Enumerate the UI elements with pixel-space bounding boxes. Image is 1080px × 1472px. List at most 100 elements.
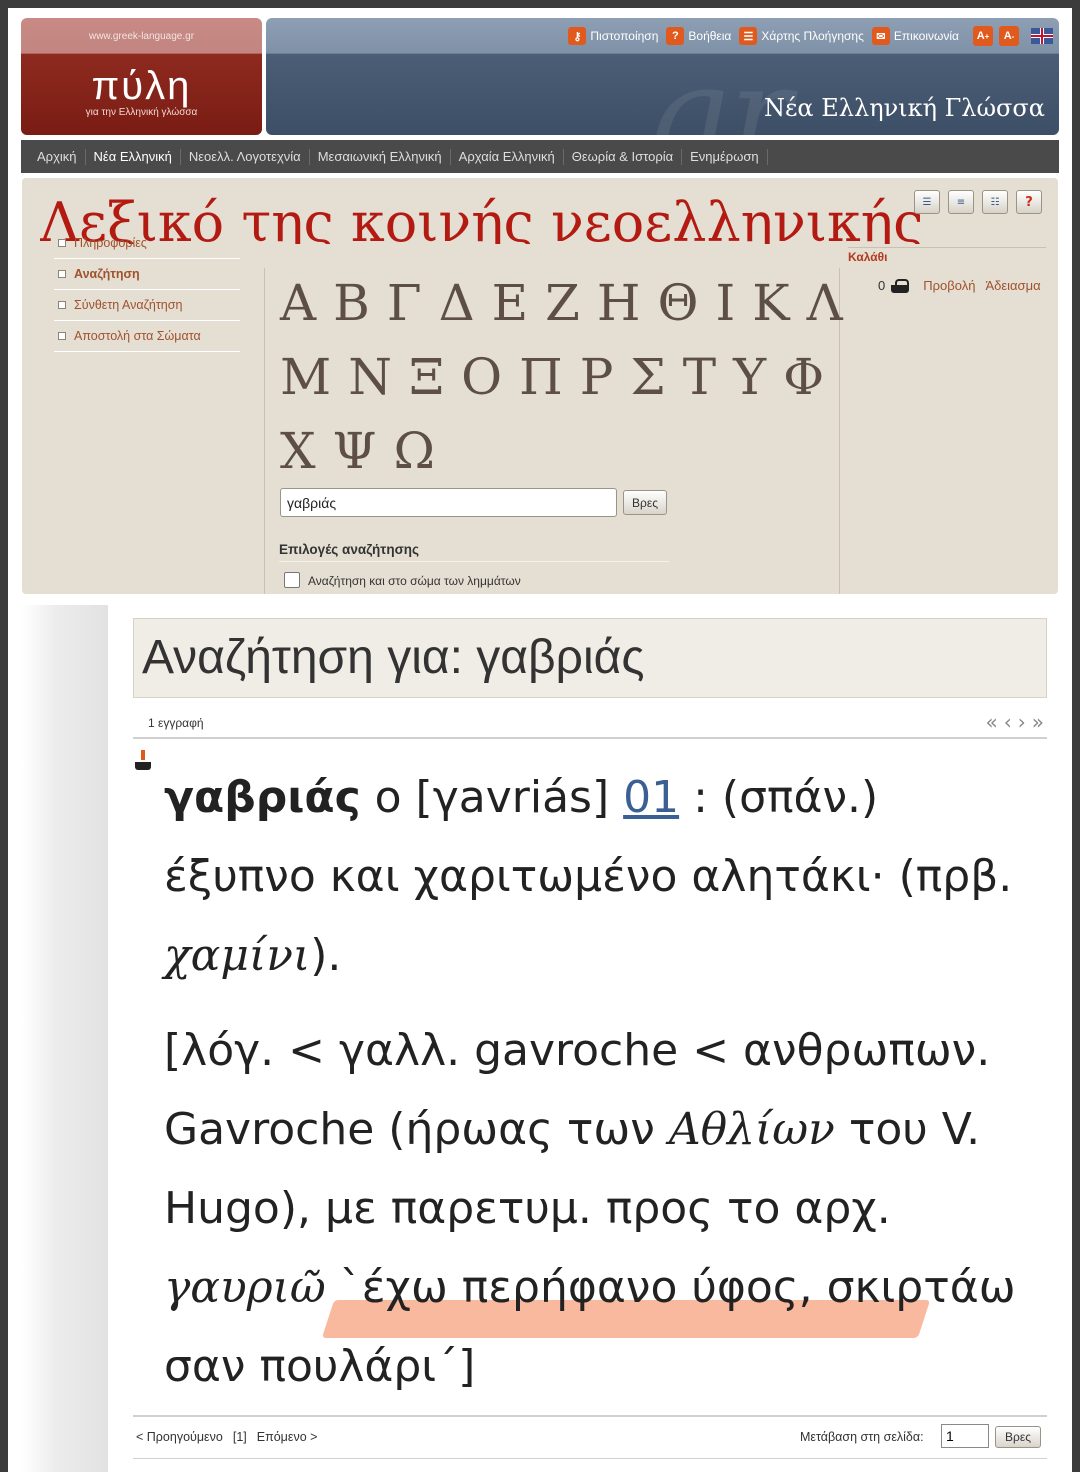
dictionary-panel: Λεξικό της κοινής νεοελληνικής ☰ ≡ ☷ ? Π… [22,178,1058,594]
left-gutter [22,605,108,1472]
entry-definition-end: ). [310,930,342,981]
entry-definition: γαβριάς ο [γavriás] 01 : (σπάν.) έξυπνο … [164,758,1024,995]
basket-row: 0 Προβολή Άδειασμα [878,278,1051,293]
nav-item-ancient-greek[interactable]: Αρχαία Ελληνική [451,148,564,165]
logo-subtitle: για την Ελληνική γλώσσα [85,107,198,118]
letter-link[interactable]: Ω [393,422,434,480]
letter-link[interactable]: Ε [492,274,529,332]
search-button[interactable]: Βρες [623,490,667,515]
next-page-link[interactable]: Επόμενο > [257,1430,318,1444]
menu-item-search[interactable]: Αναζήτηση [54,259,240,290]
entry-article: ο [γavriás] [360,772,624,823]
contact-link[interactable]: ✉ Επικοινωνία [871,27,959,45]
font-decrease-button[interactable]: A- [999,26,1019,46]
search-input[interactable] [280,488,617,517]
english-flag-icon[interactable] [1031,28,1053,44]
entry-crossref: χαμίνι [164,930,311,981]
nav-item-theory-history[interactable]: Θεωρία & Ιστορία [564,148,683,165]
contact-label: Επικοινωνία [893,29,959,43]
menu-item-label: Πληροφορίες [74,236,147,250]
letter-link[interactable]: Ζ [545,274,580,332]
entry-ref-link[interactable]: 01 [623,772,679,823]
basket-count: 0 [878,278,886,293]
dictionary-menu: Πληροφορίες Αναζήτηση Σύνθετη Αναζήτηση … [54,228,240,352]
letter-link[interactable]: Τ [683,348,716,406]
help-link[interactable]: ? Βοήθεια [666,27,731,45]
goto-page-button[interactable]: Βρες [995,1426,1041,1448]
font-increase-button[interactable]: A + [973,26,993,46]
key-icon: ⚷ [568,27,587,45]
view-icons: ☰ ≡ ☷ ? [906,190,1042,214]
letter-link[interactable]: Ξ [409,348,444,406]
page: www.greek-language.gr πύλη για την Ελλην… [8,8,1072,1472]
letter-link[interactable]: Η [597,274,641,332]
menu-item-advanced-search[interactable]: Σύνθετη Αναζήτηση [54,290,240,321]
letter-link[interactable]: Ψ [333,422,377,480]
letter-link[interactable]: Κ [752,274,789,332]
search-body-label[interactable]: Αναζήτηση και στο σώμα των λημμάτων [308,574,521,588]
nav-item-news[interactable]: Ενημέρωση [682,148,768,165]
search-body-checkbox[interactable] [284,572,300,588]
pager-top: « ‹ › » [980,710,1045,734]
first-page-icon[interactable]: « [986,710,998,734]
sitemap-label: Χάρτης Πλοήγησης [761,29,864,43]
next-page-icon[interactable]: › [1018,710,1026,734]
basket-empty-link[interactable]: Άδειασμα [985,278,1040,293]
font-decrease-label: A [1003,30,1012,42]
last-page-icon[interactable]: » [1032,710,1044,734]
alphabet-row: Μ Ν Ξ Ο Π Ρ Σ Τ Υ Φ [280,340,824,414]
sitemap-link[interactable]: ☰ Χάρτης Πλοήγησης [739,27,864,45]
nav-item-modern-greek[interactable]: Νέα Ελληνική [86,148,181,165]
bullet-icon [58,301,66,309]
letter-link[interactable]: Σ [630,348,665,406]
letter-link[interactable]: Α [280,274,316,332]
detail-view-icon[interactable]: ≡ [948,190,974,214]
letter-link[interactable]: Θ [658,274,699,332]
letter-link[interactable]: Ο [461,348,502,406]
letter-link[interactable]: Δ [439,274,475,332]
entry-lemma: γαβριάς [164,772,361,823]
etymology-italic-1: Αθλίων [668,1104,835,1155]
nav-item-literature[interactable]: Νεοελλ. Λογοτεχνία [181,148,310,165]
list-view-icon[interactable]: ☰ [914,190,940,214]
letter-link[interactable]: Φ [783,348,824,406]
letter-link[interactable]: Ρ [580,348,614,406]
prev-page-link[interactable]: < Προηγούμενο [136,1430,223,1444]
alphabet-index: Α Β Γ Δ Ε Ζ Η Θ Ι Κ Λ Μ Ν Ξ Ο Π Ρ Σ Τ Υ … [280,266,843,488]
prev-page-icon[interactable]: ‹ [1004,710,1012,734]
letter-link[interactable]: Ι [716,274,736,332]
search-options-title: Επιλογές αναζήτησης [279,542,669,562]
letter-link[interactable]: Π [519,348,563,406]
current-page: [1] [232,1430,247,1444]
letter-link[interactable]: Λ [807,274,843,332]
menu-item-info[interactable]: Πληροφορίες [54,228,240,259]
compact-view-icon[interactable]: ☷ [982,190,1008,214]
banner-title: Νέα Ελληνική Γλώσσα [763,94,1045,122]
letter-link[interactable]: Ν [348,348,392,406]
menu-item-label: Αποστολή στα Σώματα [74,329,201,343]
site-logo[interactable]: www.greek-language.gr πύλη για την Ελλην… [21,18,262,135]
results-header: Αναζήτηση για: γαβριάς [133,618,1047,698]
goto-page-input[interactable] [941,1424,989,1448]
nav-item-medieval-greek[interactable]: Μεσαιωνική Ελληνική [310,148,451,165]
help-icon[interactable]: ? [1016,190,1042,214]
bullet-icon [58,239,66,247]
add-to-basket-icon[interactable] [135,750,151,772]
bullet-icon [58,332,66,340]
menu-item-label: Σύνθετη Αναζήτηση [74,298,183,312]
divider [264,268,265,594]
letter-link[interactable]: Γ [387,274,422,332]
nav-item-home[interactable]: Αρχική [29,148,86,165]
certification-link[interactable]: ⚷ Πιστοποίηση [568,27,658,45]
menu-item-send-to-corpora[interactable]: Αποστολή στα Σώματα [54,321,240,352]
help-label: Βοήθεια [688,29,732,43]
letter-link[interactable]: Χ [280,422,316,480]
basket-view-link[interactable]: Προβολή [923,278,975,293]
letter-link[interactable]: Β [333,274,370,332]
letter-link[interactable]: Υ [733,348,766,406]
letter-link[interactable]: Μ [280,348,331,406]
alphabet-row: Χ Ψ Ω [280,414,820,488]
basket-icon [891,278,910,293]
menu-item-label: Αναζήτηση [74,267,140,281]
mail-icon: ✉ [871,27,890,45]
